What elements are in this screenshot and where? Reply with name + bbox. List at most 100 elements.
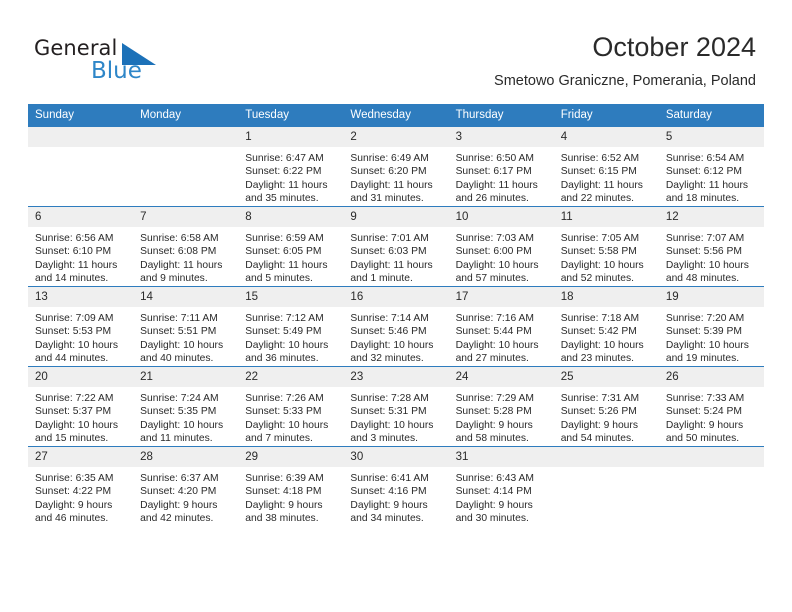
calendar-day-cell[interactable]: 17 Sunrise: 7:16 AM Sunset: 5:44 PM Dayl…: [448, 286, 554, 367]
day-number: 20: [28, 367, 134, 387]
calendar-day-cell[interactable]: 22 Sunrise: 7:26 AM Sunset: 5:33 PM Dayl…: [238, 366, 344, 447]
day-number: 23: [343, 367, 449, 387]
daylight-text-line1: Daylight: 10 hours: [35, 339, 118, 351]
calendar-day-cell[interactable]: 7 Sunrise: 6:58 AM Sunset: 6:08 PM Dayli…: [133, 206, 239, 287]
calendar-day-cell[interactable]: 3 Sunrise: 6:50 AM Sunset: 6:17 PM Dayli…: [448, 127, 554, 207]
calendar-day-cell[interactable]: 14 Sunrise: 7:11 AM Sunset: 5:51 PM Dayl…: [133, 286, 239, 367]
sunrise-text: Sunrise: 7:28 AM: [350, 393, 429, 404]
calendar-day-cell[interactable]: 2 Sunrise: 6:49 AM Sunset: 6:20 PM Dayli…: [343, 127, 449, 207]
day-details: Sunrise: 7:26 AM Sunset: 5:33 PM Dayligh…: [238, 387, 343, 446]
calendar-day-cell[interactable]: 16 Sunrise: 7:14 AM Sunset: 5:46 PM Dayl…: [343, 286, 449, 367]
sunrise-text: Sunrise: 7:31 AM: [560, 393, 640, 404]
calendar-day-cell[interactable]: [133, 127, 239, 207]
day-number: 9: [343, 207, 449, 227]
day-number: 28: [133, 447, 239, 467]
day-number: [658, 447, 764, 467]
calendar-body: 1 Sunrise: 6:47 AM Sunset: 6:22 PM Dayli…: [28, 127, 764, 526]
sunset-text: Sunset: 5:39 PM: [665, 326, 742, 338]
calendar-day-cell[interactable]: 29 Sunrise: 6:39 AM Sunset: 4:18 PM Dayl…: [238, 446, 344, 526]
day-details: Sunrise: 7:11 AM Sunset: 5:51 PM Dayligh…: [133, 307, 238, 366]
daylight-text-line2: and 31 minutes.: [350, 193, 424, 205]
sunset-text: Sunset: 5:33 PM: [245, 406, 322, 418]
calendar-day-cell[interactable]: 20 Sunrise: 7:22 AM Sunset: 5:37 PM Dayl…: [28, 366, 134, 447]
sunrise-text: Sunrise: 7:12 AM: [245, 313, 324, 324]
sunrise-text: Sunrise: 6:59 AM: [245, 233, 324, 244]
day-details: Sunrise: 7:24 AM Sunset: 5:35 PM Dayligh…: [133, 387, 238, 446]
sunset-text: Sunset: 5:24 PM: [665, 406, 742, 418]
sunrise-text: Sunrise: 7:24 AM: [140, 393, 219, 404]
brand-logo[interactable]: General Blue: [34, 36, 264, 92]
calendar-day-cell[interactable]: 15 Sunrise: 7:12 AM Sunset: 5:49 PM Dayl…: [238, 286, 344, 367]
day-number: 16: [343, 287, 449, 307]
day-number: [133, 127, 239, 147]
calendar-day-cell[interactable]: 1 Sunrise: 6:47 AM Sunset: 6:22 PM Dayli…: [238, 127, 344, 207]
day-details: Sunrise: 7:16 AM Sunset: 5:44 PM Dayligh…: [449, 307, 554, 366]
calendar-day-cell[interactable]: 30 Sunrise: 6:41 AM Sunset: 4:16 PM Dayl…: [343, 446, 449, 526]
daylight-text-line1: Daylight: 10 hours: [140, 339, 224, 351]
calendar-day-cell[interactable]: 10 Sunrise: 7:03 AM Sunset: 6:00 PM Dayl…: [448, 206, 554, 287]
daylight-text-line2: and 34 minutes.: [350, 513, 424, 525]
day-number: 25: [553, 367, 659, 387]
sunset-text: Sunset: 4:22 PM: [35, 486, 112, 498]
day-number: 1: [238, 127, 344, 147]
calendar-day-cell[interactable]: 6 Sunrise: 6:56 AM Sunset: 6:10 PM Dayli…: [28, 206, 134, 287]
calendar-day-cell[interactable]: 12 Sunrise: 7:07 AM Sunset: 5:56 PM Dayl…: [658, 206, 764, 287]
day-details: Sunrise: 6:43 AM Sunset: 4:14 PM Dayligh…: [449, 467, 554, 526]
calendar-day-cell[interactable]: [658, 446, 764, 526]
daylight-text-line2: and 26 minutes.: [455, 193, 529, 205]
sunrise-text: Sunrise: 7:01 AM: [350, 233, 429, 244]
calendar-day-cell[interactable]: 5 Sunrise: 6:54 AM Sunset: 6:12 PM Dayli…: [658, 127, 764, 207]
weekday-header-sunday: Sunday: [28, 104, 134, 127]
day-details: [659, 467, 764, 472]
calendar-day-cell[interactable]: 18 Sunrise: 7:18 AM Sunset: 5:42 PM Dayl…: [553, 286, 659, 367]
daylight-text-line2: and 54 minutes.: [560, 433, 634, 445]
daylight-text-line1: Daylight: 11 hours: [665, 179, 749, 191]
daylight-text-line1: Daylight: 10 hours: [455, 339, 539, 351]
page-header: General Blue October 2024 Smetowo Granic…: [0, 0, 792, 100]
sunset-text: Sunset: 6:03 PM: [350, 246, 427, 258]
daylight-text-line1: Daylight: 11 hours: [350, 179, 433, 191]
sunrise-text: Sunrise: 6:50 AM: [455, 153, 534, 164]
sunset-text: Sunset: 5:28 PM: [455, 406, 532, 418]
calendar-day-cell[interactable]: 23 Sunrise: 7:28 AM Sunset: 5:31 PM Dayl…: [343, 366, 449, 447]
calendar-week-row: 6 Sunrise: 6:56 AM Sunset: 6:10 PM Dayli…: [28, 206, 764, 287]
calendar-day-cell[interactable]: 27 Sunrise: 6:35 AM Sunset: 4:22 PM Dayl…: [28, 446, 134, 526]
sunset-text: Sunset: 6:22 PM: [245, 166, 322, 178]
sunrise-text: Sunrise: 7:20 AM: [665, 313, 745, 324]
calendar-day-cell[interactable]: 4 Sunrise: 6:52 AM Sunset: 6:15 PM Dayli…: [553, 127, 659, 207]
sunrise-text: Sunrise: 6:54 AM: [665, 153, 745, 164]
sunrise-text: Sunrise: 7:26 AM: [245, 393, 324, 404]
day-details: Sunrise: 6:52 AM Sunset: 6:15 PM Dayligh…: [554, 147, 659, 206]
day-details: Sunrise: 7:07 AM Sunset: 5:56 PM Dayligh…: [659, 227, 764, 286]
calendar-day-cell[interactable]: 31 Sunrise: 6:43 AM Sunset: 4:14 PM Dayl…: [448, 446, 554, 526]
sunset-text: Sunset: 6:10 PM: [35, 246, 112, 258]
calendar-day-cell[interactable]: [553, 446, 659, 526]
calendar-day-cell[interactable]: 24 Sunrise: 7:29 AM Sunset: 5:28 PM Dayl…: [448, 366, 554, 447]
calendar-day-cell[interactable]: 25 Sunrise: 7:31 AM Sunset: 5:26 PM Dayl…: [553, 366, 659, 447]
calendar-day-cell[interactable]: 19 Sunrise: 7:20 AM Sunset: 5:39 PM Dayl…: [658, 286, 764, 367]
day-details: Sunrise: 6:35 AM Sunset: 4:22 PM Dayligh…: [28, 467, 133, 526]
daylight-text-line2: and 1 minute.: [350, 273, 413, 285]
sunrise-text: Sunrise: 7:29 AM: [455, 393, 534, 404]
daylight-text-line2: and 7 minutes.: [245, 433, 313, 445]
calendar-day-cell[interactable]: 26 Sunrise: 7:33 AM Sunset: 5:24 PM Dayl…: [658, 366, 764, 447]
calendar-day-cell[interactable]: 11 Sunrise: 7:05 AM Sunset: 5:58 PM Dayl…: [553, 206, 659, 287]
day-details: [133, 147, 238, 152]
page-title: October 2024: [592, 32, 756, 62]
calendar-day-cell[interactable]: 28 Sunrise: 6:37 AM Sunset: 4:20 PM Dayl…: [133, 446, 239, 526]
day-details: Sunrise: 6:37 AM Sunset: 4:20 PM Dayligh…: [133, 467, 238, 526]
day-details: Sunrise: 7:09 AM Sunset: 5:53 PM Dayligh…: [28, 307, 133, 366]
calendar-day-cell[interactable]: 8 Sunrise: 6:59 AM Sunset: 6:05 PM Dayli…: [238, 206, 344, 287]
daylight-text-line1: Daylight: 10 hours: [245, 419, 329, 431]
daylight-text-line1: Daylight: 9 hours: [455, 419, 533, 431]
calendar-day-cell[interactable]: 21 Sunrise: 7:24 AM Sunset: 5:35 PM Dayl…: [133, 366, 239, 447]
calendar-day-cell[interactable]: [28, 127, 134, 207]
calendar-day-cell[interactable]: 9 Sunrise: 7:01 AM Sunset: 6:03 PM Dayli…: [343, 206, 449, 287]
daylight-text-line1: Daylight: 10 hours: [455, 259, 539, 271]
sunrise-text: Sunrise: 7:05 AM: [560, 233, 640, 244]
daylight-text-line1: Daylight: 10 hours: [350, 339, 434, 351]
daylight-text-line2: and 11 minutes.: [140, 433, 213, 445]
sunset-text: Sunset: 4:16 PM: [350, 486, 427, 498]
sunrise-text: Sunrise: 7:22 AM: [35, 393, 114, 404]
calendar-day-cell[interactable]: 13 Sunrise: 7:09 AM Sunset: 5:53 PM Dayl…: [28, 286, 134, 367]
